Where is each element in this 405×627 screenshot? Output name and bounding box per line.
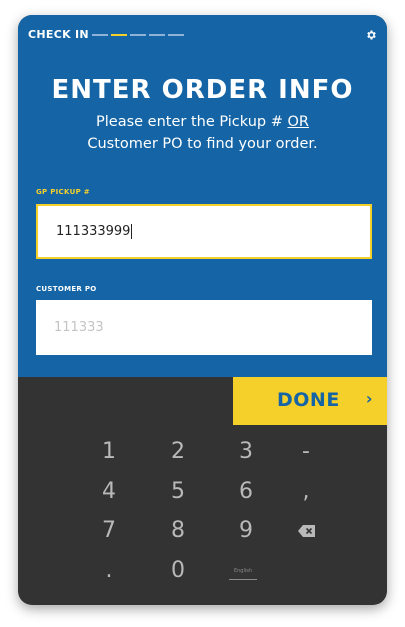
text-cursor xyxy=(131,224,133,239)
progress-steps xyxy=(92,34,184,36)
customer-po-label: CUSTOMER PO xyxy=(36,285,97,293)
done-label: DONE xyxy=(277,389,340,411)
customer-po-input[interactable]: 111333 xyxy=(36,300,372,355)
subtitle-text-end: Customer PO to find your order. xyxy=(87,136,318,152)
key-0[interactable]: 0 xyxy=(158,558,198,583)
key-dash[interactable]: - xyxy=(286,439,326,464)
key-8[interactable]: 8 xyxy=(158,518,198,543)
backspace-icon[interactable] xyxy=(298,525,315,537)
done-button[interactable]: DONE › xyxy=(233,377,387,425)
key-7[interactable]: 7 xyxy=(89,518,129,543)
gear-icon[interactable] xyxy=(365,29,377,41)
page-subtitle: Please enter the Pickup # OR Customer PO… xyxy=(68,111,337,155)
key-5[interactable]: 5 xyxy=(158,479,198,504)
pickup-value: 111333999 xyxy=(56,224,131,239)
key-comma[interactable]: , xyxy=(286,479,326,504)
pickup-input[interactable]: 111333999 xyxy=(36,204,372,259)
progress-step-3 xyxy=(130,34,146,36)
key-3[interactable]: 3 xyxy=(226,439,266,464)
key-4[interactable]: 4 xyxy=(89,479,129,504)
subtitle-text-start: Please enter the Pickup # xyxy=(96,114,288,130)
key-1[interactable]: 1 xyxy=(89,439,129,464)
key-6[interactable]: 6 xyxy=(226,479,266,504)
progress-step-2 xyxy=(111,34,127,36)
page-title: ENTER ORDER INFO xyxy=(51,75,354,105)
subtitle-or: OR xyxy=(287,114,310,130)
key-9[interactable]: 9 xyxy=(226,518,266,543)
progress-step-5 xyxy=(168,34,184,36)
customer-po-placeholder: 111333 xyxy=(54,320,104,335)
key-2[interactable]: 2 xyxy=(158,439,198,464)
order-info-panel: CHECK IN ENTER ORDER INFO Please enter t… xyxy=(18,15,387,377)
chevron-right-icon: › xyxy=(365,389,373,408)
key-period[interactable]: . xyxy=(89,558,129,583)
language-label[interactable]: English xyxy=(229,568,257,574)
language-underline xyxy=(229,579,257,580)
pickup-label: GP PICKUP # xyxy=(36,188,90,196)
progress-step-1 xyxy=(92,34,108,36)
progress-step-4 xyxy=(149,34,165,36)
section-label: CHECK IN xyxy=(28,28,89,41)
check-in-screen: CHECK IN ENTER ORDER INFO Please enter t… xyxy=(18,15,387,605)
